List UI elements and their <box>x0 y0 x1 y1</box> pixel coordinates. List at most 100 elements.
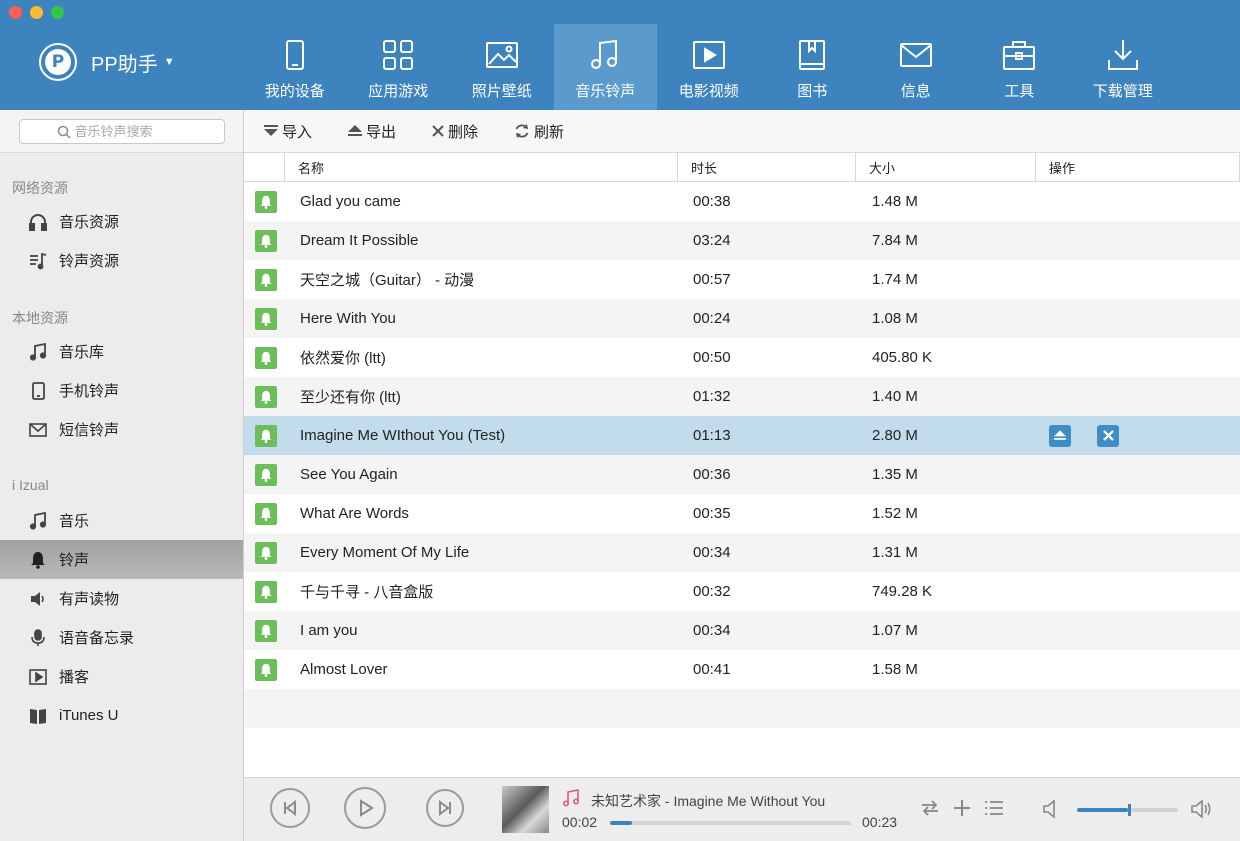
track-duration: 00:34 <box>693 544 731 561</box>
bell-icon <box>255 541 277 564</box>
sidebar-item-audiobooks[interactable]: 有声读物 <box>0 579 243 618</box>
search-input[interactable] <box>74 123 215 139</box>
track-name: Glad you came <box>300 193 401 210</box>
tab-tools[interactable]: 工具 <box>968 24 1072 110</box>
tab-label: 应用游戏 <box>368 83 429 100</box>
close-window-button[interactable] <box>9 6 22 19</box>
tab-books[interactable]: 图书 <box>761 24 865 110</box>
volume-fill <box>1077 808 1128 812</box>
track-size: 1.07 M <box>872 622 918 639</box>
table-row[interactable]: What Are Words 00:35 1.52 M <box>244 494 1240 533</box>
progress-bar[interactable] <box>610 821 851 825</box>
delete-button[interactable]: 删除 <box>432 121 478 142</box>
volume-high-icon[interactable] <box>1190 798 1214 820</box>
sidebar-item-voice-memos[interactable]: 语音备忘录 <box>0 618 243 657</box>
sidebar-item-ringtones[interactable]: 铃声 <box>0 540 243 579</box>
previous-button[interactable] <box>270 788 310 828</box>
volume-slider[interactable] <box>1077 804 1178 816</box>
bell-icon <box>255 658 277 681</box>
sidebar-item-ringtone-resources[interactable]: 铃声资源 <box>0 241 243 280</box>
tab-music[interactable]: 音乐铃声 <box>553 24 657 110</box>
toolbar: 导入 导出 删除 刷新 <box>244 110 1240 153</box>
track-duration: 00:38 <box>693 193 731 210</box>
eject-icon <box>1054 430 1066 440</box>
table-header: 名称 时长 大小 操作 <box>244 153 1240 182</box>
volume-low-icon[interactable] <box>1042 798 1064 820</box>
title-bar: P PP助手 ▼ 我的设备 应用游戏 照片壁纸 音乐铃声 电影视频 图书 信息 … <box>0 0 1240 110</box>
column-header-duration[interactable]: 时长 <box>678 153 856 182</box>
sidebar-item-podcasts[interactable]: 播客 <box>0 657 243 696</box>
table-row[interactable]: Almost Lover 00:41 1.58 M <box>244 650 1240 689</box>
tab-photos[interactable]: 照片壁纸 <box>450 24 554 110</box>
current-time: 00:02 <box>562 814 598 830</box>
table-row[interactable]: 至少还有你 (ltt) 01:32 1.40 M <box>244 377 1240 416</box>
sidebar-item-label: 音乐资源 <box>59 214 120 231</box>
column-header-name[interactable]: 名称 <box>285 153 678 182</box>
app-menu[interactable]: P PP助手 ▼ <box>39 43 175 81</box>
refresh-icon <box>514 123 530 139</box>
tab-label: 图书 <box>797 83 828 100</box>
itunes-u-icon <box>28 706 48 726</box>
sidebar-item-music-resources[interactable]: 音乐资源 <box>0 202 243 241</box>
column-header-size[interactable]: 大小 <box>856 153 1036 182</box>
search-bar <box>0 110 243 153</box>
sidebar-item-itunes-u[interactable]: iTunes U <box>0 696 243 735</box>
search-box[interactable] <box>18 118 225 144</box>
table-row[interactable]: Here With You 00:24 1.08 M <box>244 299 1240 338</box>
podcast-icon <box>28 667 48 687</box>
tab-label: 我的设备 <box>264 83 325 100</box>
photo-icon <box>485 42 518 68</box>
repeat-icon[interactable] <box>920 798 940 818</box>
video-icon <box>692 41 725 69</box>
play-button[interactable] <box>344 787 386 829</box>
tab-my-device[interactable]: 我的设备 <box>243 24 347 110</box>
toolbox-icon <box>1003 41 1036 70</box>
table-row[interactable]: Glad you came 00:38 1.48 M <box>244 182 1240 221</box>
track-size: 1.40 M <box>872 388 918 405</box>
sidebar-item-label: 短信铃声 <box>59 422 120 439</box>
track-name: What Are Words <box>300 505 409 522</box>
tab-label: 信息 <box>900 83 931 100</box>
track-size: 1.08 M <box>872 310 918 327</box>
tab-apps[interactable]: 应用游戏 <box>347 24 451 110</box>
tab-video[interactable]: 电影视频 <box>657 24 761 110</box>
add-icon[interactable] <box>952 798 972 818</box>
message-icon <box>899 43 932 67</box>
volume-knob[interactable] <box>1127 804 1131 816</box>
bell-icon <box>28 550 48 570</box>
table-row[interactable]: I am you 00:34 1.07 M <box>244 611 1240 650</box>
playlist-icon[interactable] <box>984 798 1004 818</box>
tab-messages[interactable]: 信息 <box>864 24 968 110</box>
minimize-window-button[interactable] <box>30 6 43 19</box>
track-size: 1.48 M <box>872 193 918 210</box>
table-row[interactable]: Imagine Me WIthout You (Test) 01:13 2.80 M <box>244 416 1240 455</box>
tab-downloads[interactable]: 下载管理 <box>1071 24 1175 110</box>
export-label: 导出 <box>366 123 397 141</box>
table-row[interactable]: Dream It Possible 03:24 7.84 M <box>244 221 1240 260</box>
export-row-button[interactable] <box>1049 424 1071 447</box>
import-button[interactable]: 导入 <box>264 121 312 142</box>
sidebar-item-label: 音乐库 <box>59 344 105 361</box>
table-row[interactable]: 天空之城（Guitar） - 动漫 00:57 1.74 M <box>244 260 1240 299</box>
track-name: Almost Lover <box>300 661 388 678</box>
bell-icon <box>255 580 277 603</box>
table-row[interactable]: Every Moment Of My Life 00:34 1.31 M <box>244 533 1240 572</box>
delete-label: 删除 <box>448 123 479 141</box>
sidebar-item-phone-ringtones[interactable]: 手机铃声 <box>0 371 243 410</box>
table-row[interactable]: See You Again 00:36 1.35 M <box>244 455 1240 494</box>
sidebar-item-sms-ringtones[interactable]: 短信铃声 <box>0 410 243 449</box>
zoom-window-button[interactable] <box>51 6 64 19</box>
track-size: 1.58 M <box>872 661 918 678</box>
sidebar-item-music-library[interactable]: 音乐库 <box>0 332 243 371</box>
table-row[interactable]: 依然爱你 (ltt) 00:50 405.80 K <box>244 338 1240 377</box>
section-title-local: 本地资源 <box>12 310 68 326</box>
eject-icon <box>348 125 363 137</box>
tab-label: 电影视频 <box>678 83 739 100</box>
export-button[interactable]: 导出 <box>348 121 396 142</box>
delete-row-button[interactable] <box>1097 424 1119 447</box>
table-row[interactable]: 千与千寻 - 八音盒版 00:32 749.28 K <box>244 572 1240 611</box>
next-button[interactable] <box>426 789 464 827</box>
sidebar-item-music[interactable]: 音乐 <box>0 501 243 540</box>
refresh-button[interactable]: 刷新 <box>514 121 564 142</box>
track-duration: 00:57 <box>693 271 731 288</box>
